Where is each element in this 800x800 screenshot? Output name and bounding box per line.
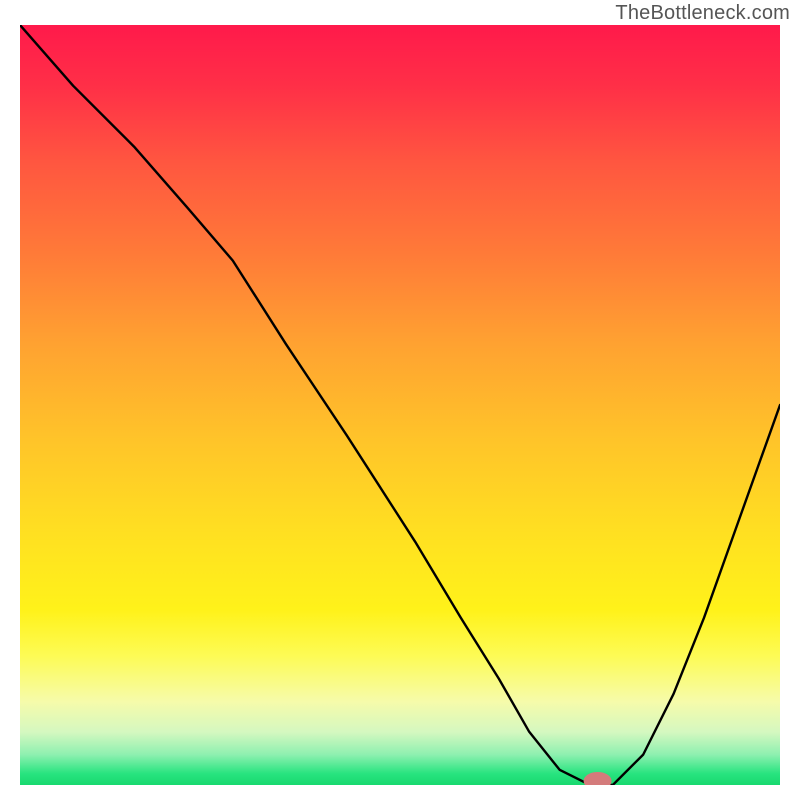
watermark-text: TheBottleneck.com: [615, 2, 790, 25]
plot-svg: [20, 25, 780, 785]
bottleneck-curve: [20, 25, 780, 785]
plot-area: [20, 25, 780, 785]
optimum-marker: [584, 772, 612, 785]
chart-frame: TheBottleneck.com: [0, 0, 800, 800]
